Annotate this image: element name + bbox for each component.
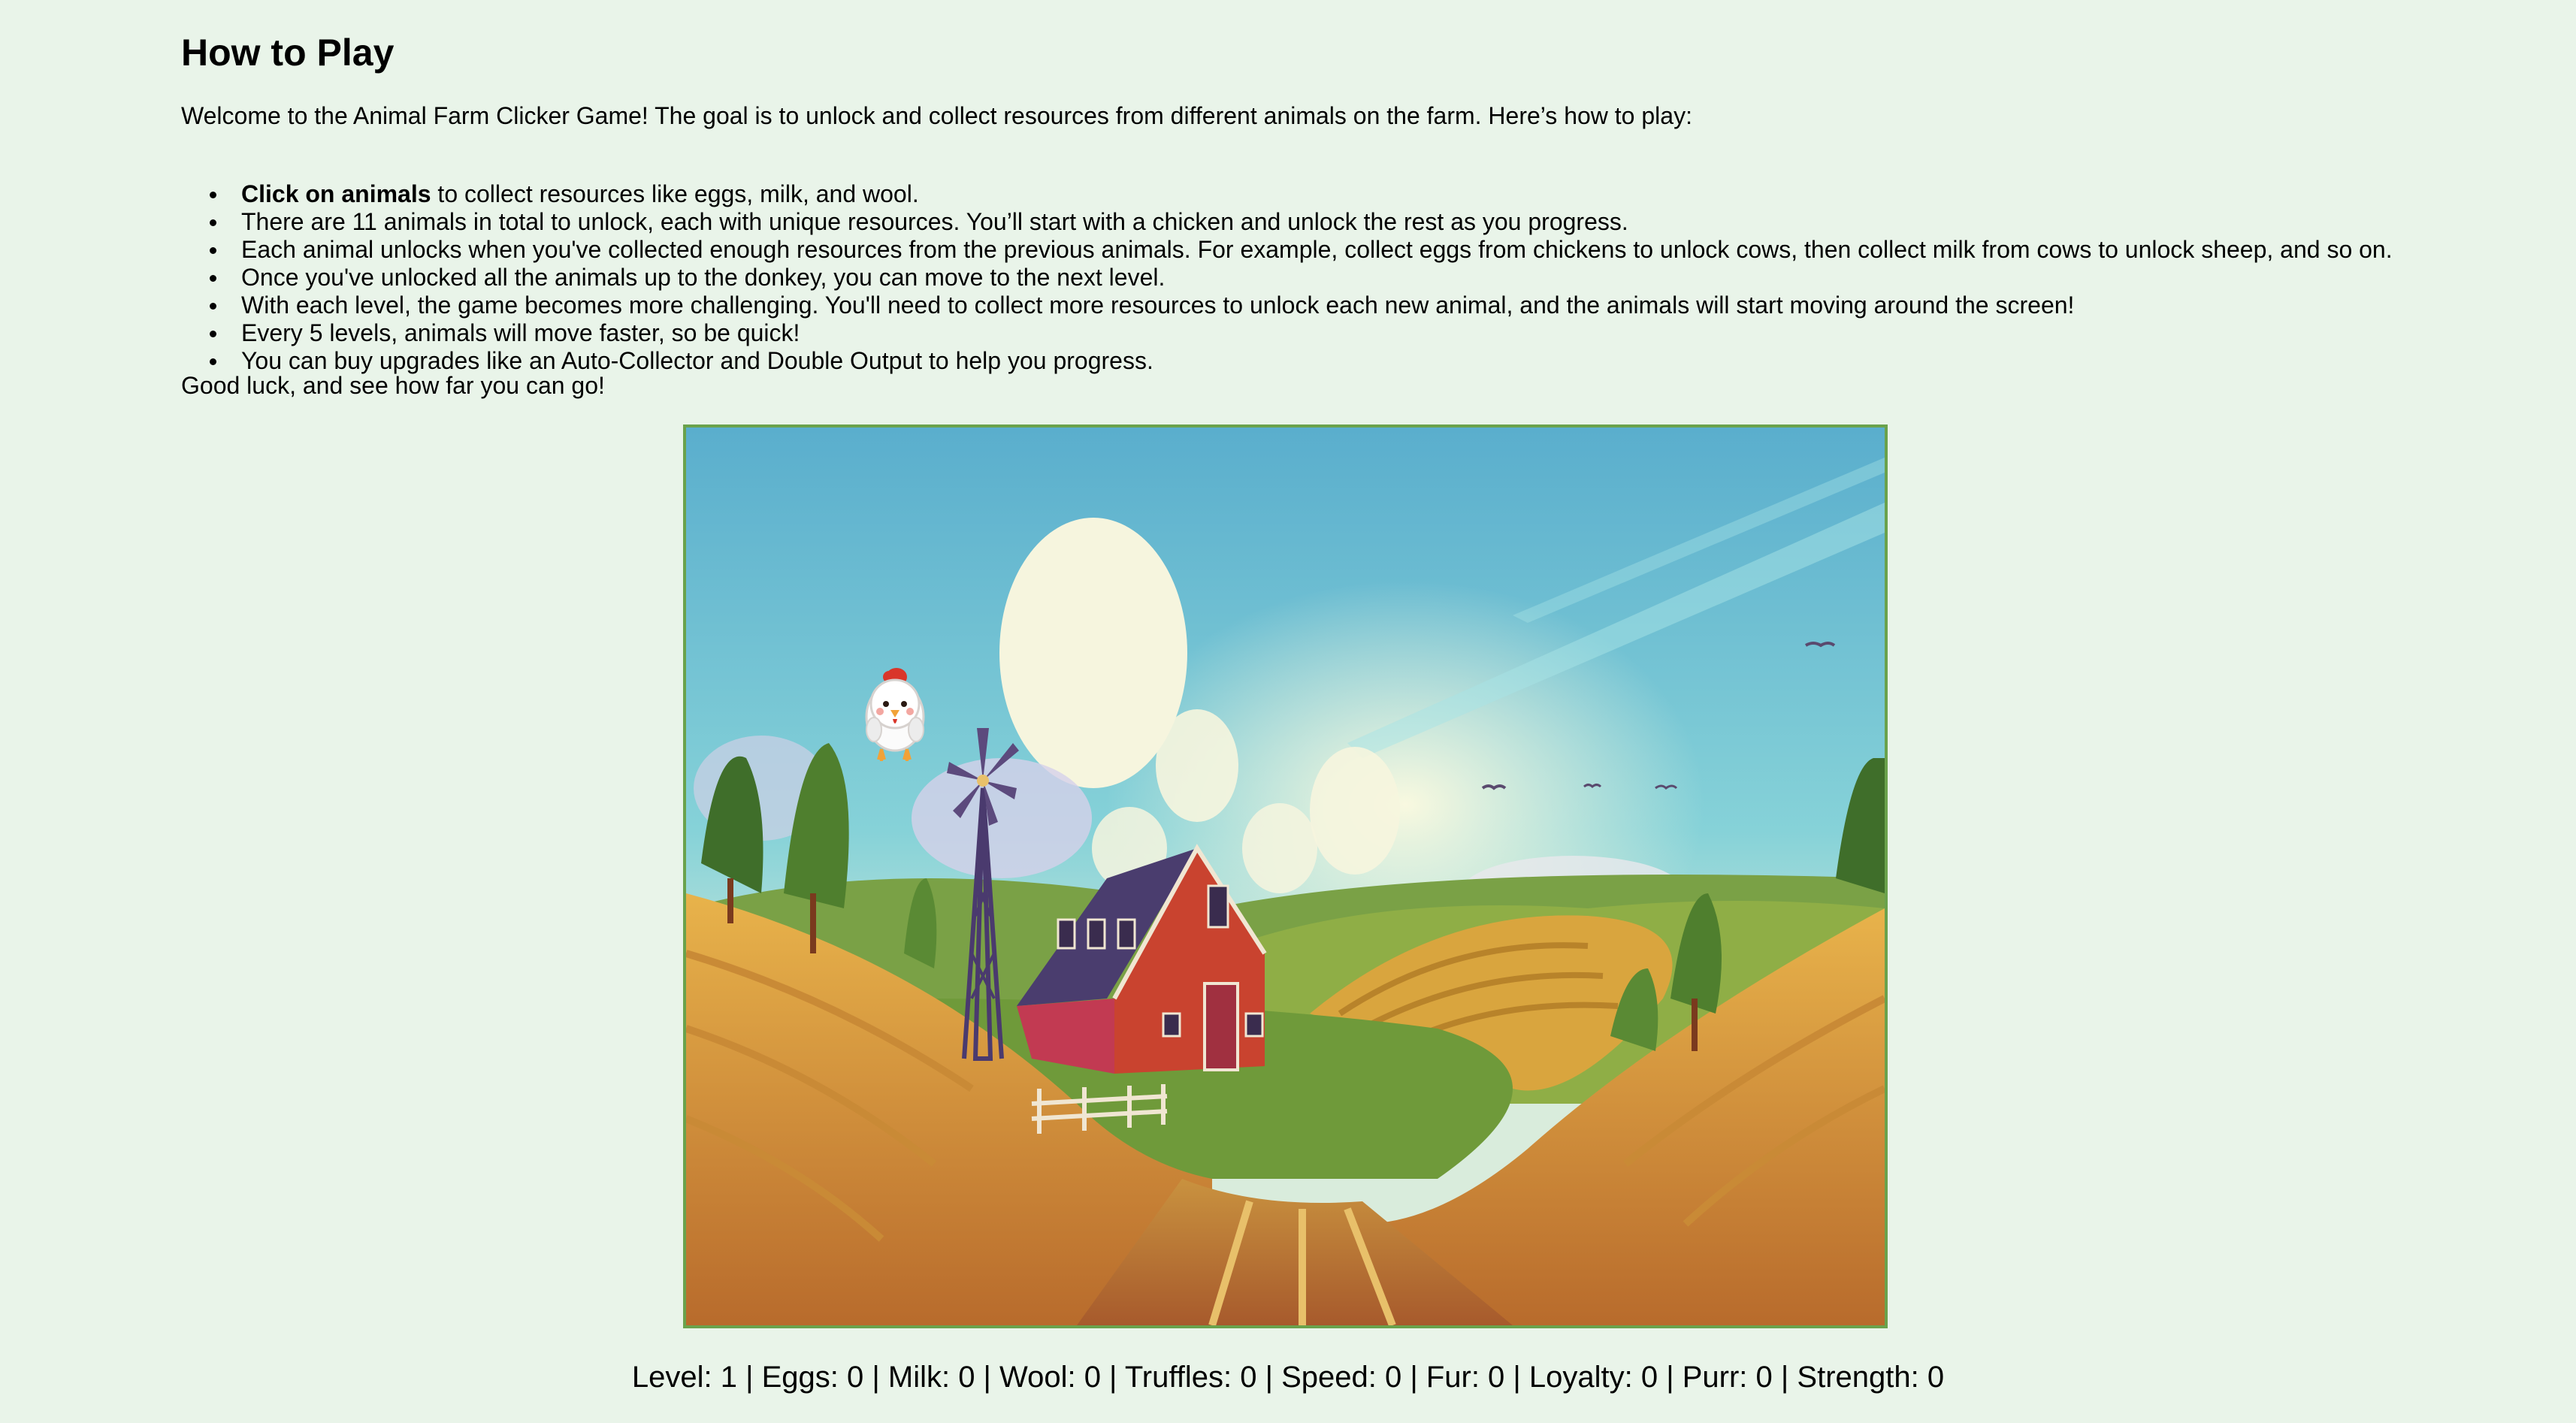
chicken-icon: [865, 668, 925, 761]
rule-item: With each level, the game becomes more c…: [210, 292, 2393, 319]
stats-bar: Level: 1 | Eggs: 0 | Milk: 0 | Wool: 0 |…: [631, 1361, 1945, 1394]
farm-background: [686, 428, 1885, 1325]
rules-list: Click on animals to collect resources li…: [210, 180, 2393, 375]
rule-item: Each animal unlocks when you've collecte…: [210, 236, 2393, 264]
rule-text: Once you've unlocked all the animals up …: [241, 264, 1166, 291]
rule-item: Every 5 levels, animals will move faster…: [210, 319, 2393, 347]
how-to-play-title: How to Play: [181, 32, 395, 74]
rule-item: There are 11 animals in total to unlock,…: [210, 208, 2393, 236]
chicken-animal[interactable]: [857, 660, 933, 773]
rule-text: There are 11 animals in total to unlock,…: [241, 208, 1628, 235]
game-area[interactable]: [683, 424, 1888, 1328]
instructions-section: How to Play Welcome to the Animal Farm C…: [181, 29, 2466, 399]
rule-bold-text: Click on animals: [241, 180, 431, 207]
rule-text: With each level, the game becomes more c…: [241, 292, 2075, 319]
outro-text: Good luck, and see how far you can go!: [181, 372, 605, 399]
rule-text: Every 5 levels, animals will move faster…: [241, 319, 800, 346]
rule-item: Click on animals to collect resources li…: [210, 180, 2393, 208]
rule-text: to collect resources like eggs, milk, an…: [431, 180, 919, 207]
intro-text: Welcome to the Animal Farm Clicker Game!…: [181, 102, 1692, 129]
rule-item: Once you've unlocked all the animals up …: [210, 264, 2393, 292]
rule-text: Each animal unlocks when you've collecte…: [241, 236, 2393, 263]
